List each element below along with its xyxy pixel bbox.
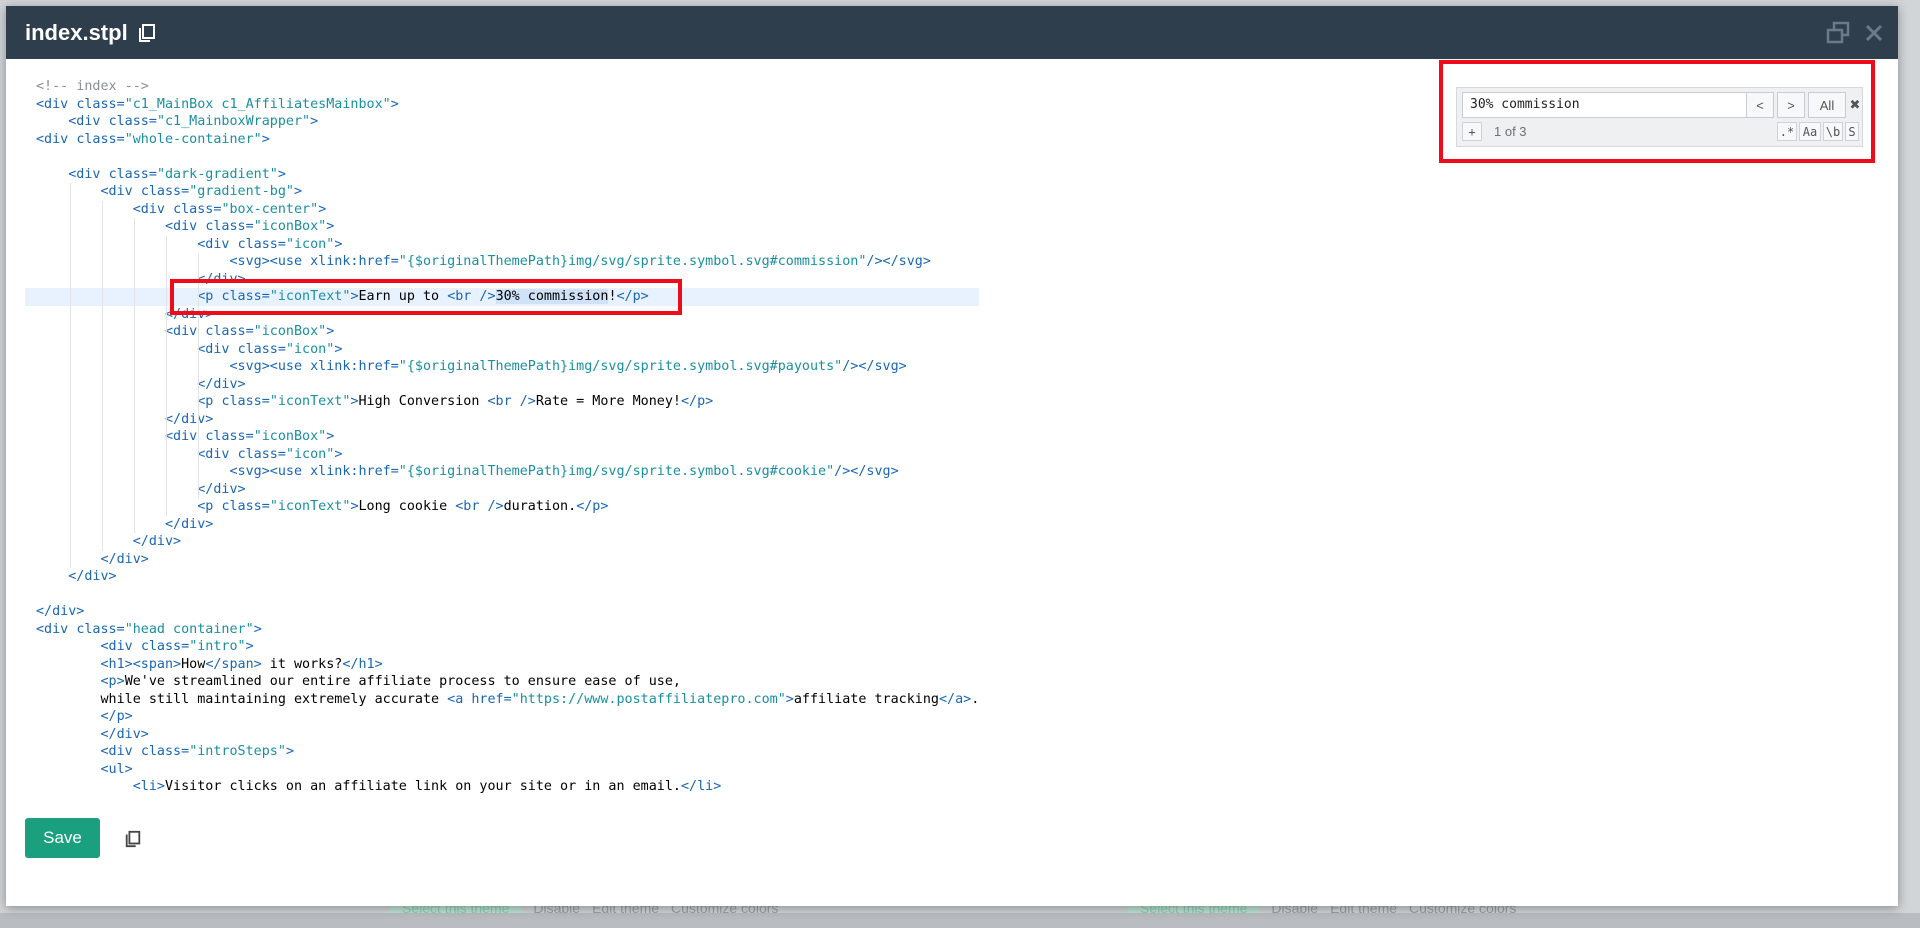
copy-icon[interactable] xyxy=(124,830,142,848)
code-line[interactable]: <div class="gradient-bg"> xyxy=(25,183,979,201)
code-line[interactable]: <p>We've streamlined our entire affiliat… xyxy=(25,673,979,691)
code-line[interactable]: <div class="icon"> xyxy=(25,236,979,254)
modal-header: index.stpl xyxy=(6,6,1898,59)
restore-window-icon[interactable] xyxy=(1825,20,1851,46)
code-line[interactable]: <div class="box-center"> xyxy=(25,201,979,219)
select-all-matches-button[interactable]: All xyxy=(1808,92,1846,118)
code-line[interactable]: </div> xyxy=(25,551,979,569)
code-line[interactable]: <svg><use xlink:href="{$originalThemePat… xyxy=(25,358,979,376)
code-line[interactable]: <svg><use xlink:href="{$originalThemePat… xyxy=(25,463,979,481)
close-window-icon[interactable] xyxy=(1861,20,1887,46)
code-line[interactable]: </div> xyxy=(25,306,979,324)
code-line[interactable]: <div class="c1_MainBox c1_AffiliatesMain… xyxy=(25,96,979,114)
code-line[interactable]: </div> xyxy=(25,376,979,394)
code-line[interactable]: <div class="head container"> xyxy=(25,621,979,639)
modal-footer: Save xyxy=(6,801,1898,906)
code-line[interactable]: <!-- index --> xyxy=(25,78,979,96)
copy-icon[interactable] xyxy=(137,23,157,43)
code-line[interactable]: <div class="intro"> xyxy=(25,638,979,656)
match-count: 1 of 3 xyxy=(1494,124,1527,139)
code-line[interactable]: <div class="iconBox"> xyxy=(25,428,979,446)
code-line[interactable]: </div> xyxy=(25,481,979,499)
code-line[interactable]: <ul> xyxy=(25,761,979,779)
code-line[interactable]: <div class="dark-gradient"> xyxy=(25,166,979,184)
code-line[interactable]: <h1><span>How</span> it works?</h1> xyxy=(25,656,979,674)
code-line[interactable]: <div class="whole-container"> xyxy=(25,131,979,149)
code-line[interactable]: </div> xyxy=(25,271,979,289)
code-line[interactable]: <p class="iconText">Earn up to <br />30%… xyxy=(25,288,980,306)
indent-guide xyxy=(134,218,135,533)
indent-guide xyxy=(102,200,103,551)
code-line[interactable]: </div> xyxy=(25,411,979,429)
code-editor[interactable]: <!-- index --> <div class="c1_MainBox c1_… xyxy=(25,78,1869,800)
code-line[interactable]: <div class="icon"> xyxy=(25,341,979,359)
code-line[interactable]: <p class="iconText">High Conversion <br … xyxy=(25,393,979,411)
regex-toggle[interactable]: .* xyxy=(1777,122,1797,141)
search-input[interactable]: 30% commission xyxy=(1462,92,1747,118)
code-line[interactable]: </div> xyxy=(25,603,979,621)
indent-guide xyxy=(166,235,167,516)
code-line[interactable]: </p> xyxy=(25,708,979,726)
indent-guide xyxy=(198,253,199,498)
next-match-button[interactable]: > xyxy=(1777,92,1805,118)
window-title: index.stpl xyxy=(25,20,128,45)
code-line[interactable]: <div class="iconBox"> xyxy=(25,323,979,341)
code-line[interactable]: </div> xyxy=(25,726,979,744)
code-content[interactable]: <!-- index --> <div class="c1_MainBox c1_… xyxy=(25,78,980,796)
code-line[interactable]: <div class="icon"> xyxy=(25,446,979,464)
code-line[interactable] xyxy=(25,586,979,604)
toggle-replace-button[interactable]: + xyxy=(1462,122,1482,141)
indent-guide xyxy=(70,183,71,568)
save-button[interactable]: Save xyxy=(25,818,100,858)
editor-modal: index.stpl <!-- index --> <div class="c1_… xyxy=(6,6,1898,906)
code-line[interactable]: <svg><use xlink:href="{$originalThemePat… xyxy=(25,253,979,271)
find-widget: 30% commission < > All ✖ + 1 of 3 .* Aa … xyxy=(1456,87,1863,147)
code-line[interactable]: </div> xyxy=(25,516,979,534)
code-line[interactable]: <div class="iconBox"> xyxy=(25,218,979,236)
case-sensitive-toggle[interactable]: Aa xyxy=(1799,122,1821,141)
code-line[interactable]: <li>Visitor clicks on an affiliate link … xyxy=(25,778,979,796)
code-line[interactable]: </div> xyxy=(25,533,979,551)
previous-match-button[interactable]: < xyxy=(1746,92,1774,118)
code-line[interactable] xyxy=(25,148,979,166)
whole-word-toggle[interactable]: \b xyxy=(1823,122,1843,141)
search-in-selection-toggle[interactable]: S xyxy=(1845,122,1859,141)
code-line[interactable]: </div> xyxy=(25,568,979,586)
close-search-icon[interactable]: ✖ xyxy=(1849,92,1861,118)
code-line[interactable]: <div class="c1_MainboxWrapper"> xyxy=(25,113,979,131)
code-line[interactable]: <div class="introSteps"> xyxy=(25,743,979,761)
background-scrollbar xyxy=(0,913,1920,928)
code-line[interactable]: while still maintaining extremely accura… xyxy=(25,691,979,709)
code-line[interactable]: <p class="iconText">Long cookie <br />du… xyxy=(25,498,979,516)
